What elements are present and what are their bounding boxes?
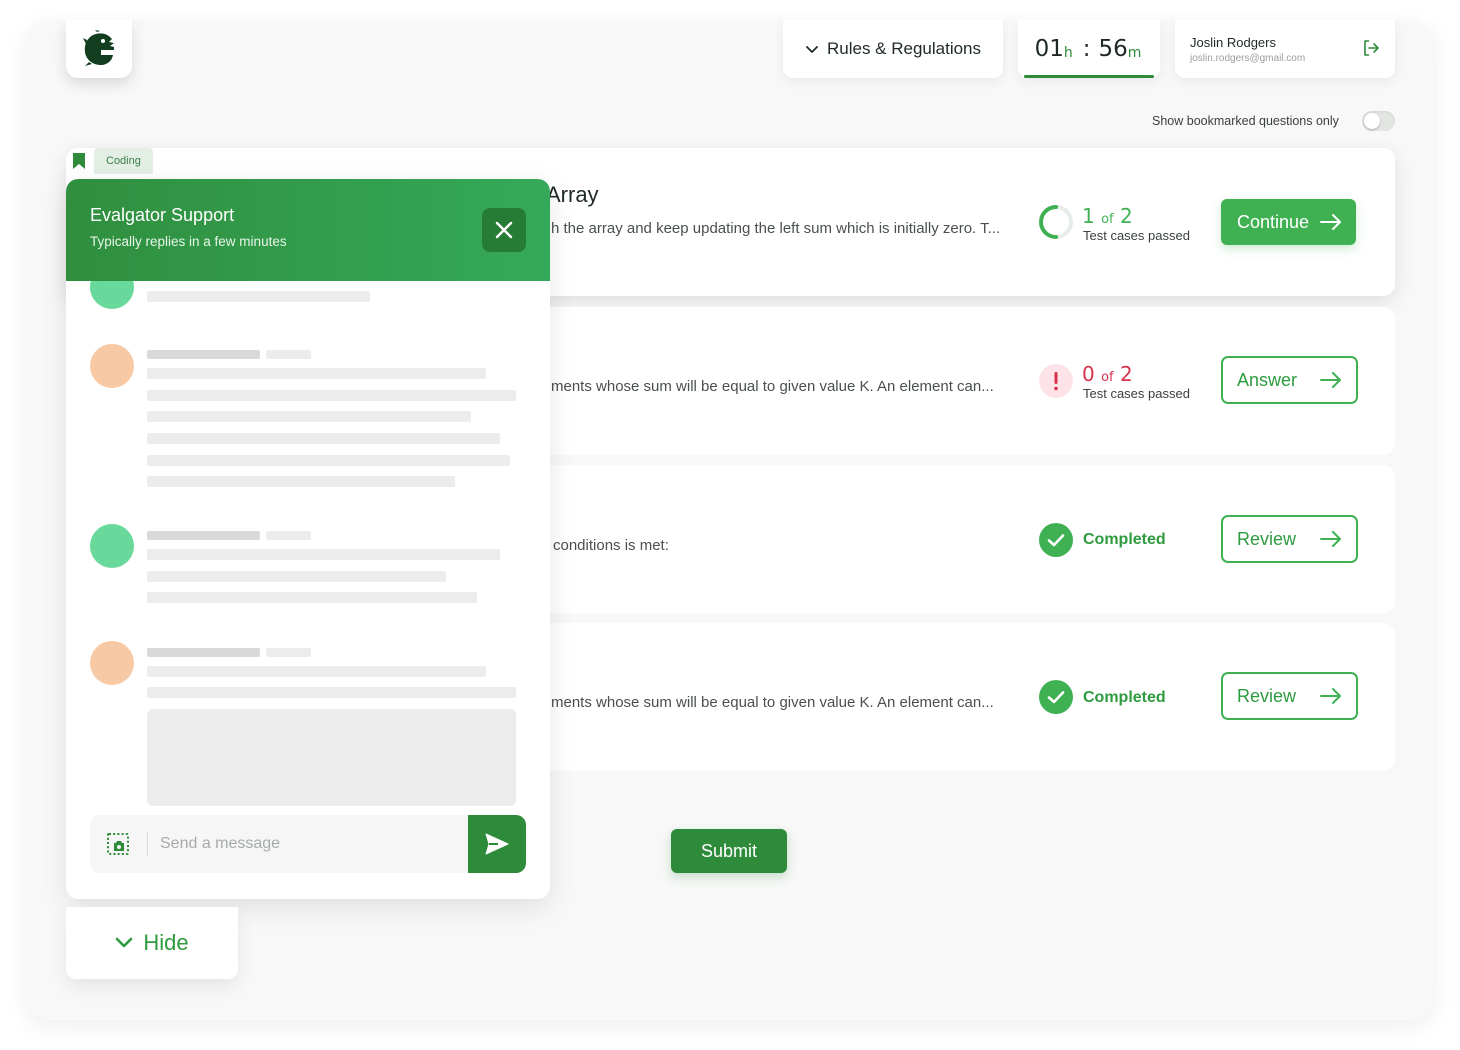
of-label: of xyxy=(1101,212,1114,227)
check-circle-icon xyxy=(1039,680,1073,714)
question-title: Array xyxy=(546,182,599,207)
answer-label: Answer xyxy=(1237,369,1298,390)
question-description: ments whose sum will be equal to given v… xyxy=(551,378,994,395)
total-count: 2 xyxy=(1119,204,1133,228)
message-skeleton xyxy=(147,455,510,466)
timer-minutes-unit: m xyxy=(1127,45,1142,61)
test-cases-label: Test cases passed xyxy=(1083,386,1190,401)
support-chat-panel: Evalgator Support Typically replies in a… xyxy=(66,179,550,899)
time-skeleton xyxy=(266,350,311,359)
user-email: joslin.rodgers@gmail.com xyxy=(1190,53,1306,64)
check-circle-icon xyxy=(1039,523,1073,557)
review-button[interactable]: Review xyxy=(1221,515,1358,563)
message-skeleton xyxy=(147,368,486,379)
bookmark-filter-label: Show bookmarked questions only xyxy=(1152,114,1339,128)
completed-status: Completed xyxy=(1083,689,1166,706)
user-avatar xyxy=(90,344,134,388)
rules-regulations-button[interactable]: Rules & Regulations xyxy=(783,20,1003,78)
message-input[interactable] xyxy=(160,833,450,855)
message-skeleton xyxy=(147,666,486,677)
agent-avatar xyxy=(90,524,134,568)
send-icon xyxy=(485,833,509,855)
passed-count: 1 xyxy=(1082,204,1095,228)
evalgator-logo-icon[interactable] xyxy=(66,20,132,78)
question-description: ments whose sum will be equal to given v… xyxy=(551,694,994,711)
message-skeleton xyxy=(147,571,446,582)
chevron-down-icon xyxy=(116,937,133,948)
of-label: of xyxy=(1101,370,1114,385)
attach-image-icon[interactable] xyxy=(106,832,130,856)
chat-title: Evalgator Support xyxy=(90,205,235,225)
question-tags: Coding xyxy=(66,148,153,174)
coding-tag: Coding xyxy=(94,148,153,174)
toggle-knob xyxy=(1364,113,1380,129)
answer-button[interactable]: Answer xyxy=(1221,356,1358,404)
timer-progress-bar xyxy=(1024,75,1154,78)
user-name: Joslin Rodgers xyxy=(1190,35,1276,50)
chat-close-button[interactable] xyxy=(482,208,526,252)
chat-composer xyxy=(90,815,526,873)
sender-skeleton xyxy=(147,531,260,540)
timer-separator: : xyxy=(1082,36,1091,62)
time-skeleton xyxy=(266,648,311,657)
review-label: Review xyxy=(1237,685,1297,706)
user-profile: Joslin Rodgers joslin.rodgers@gmail.com xyxy=(1175,20,1395,78)
bookmark-filter-toggle[interactable] xyxy=(1362,111,1395,131)
review-button[interactable]: Review xyxy=(1221,672,1358,720)
timer-hours-unit: h xyxy=(1063,45,1073,61)
image-skeleton xyxy=(147,709,516,806)
hide-label: Hide xyxy=(143,930,189,955)
chat-subtitle: Typically replies in a few minutes xyxy=(90,234,287,249)
message-skeleton xyxy=(147,592,477,603)
composer-divider xyxy=(147,832,148,856)
message-skeleton xyxy=(147,390,516,401)
bookmark-icon[interactable] xyxy=(72,152,86,170)
hide-chat-button[interactable]: Hide xyxy=(66,907,238,979)
alert-icon xyxy=(1039,364,1073,398)
message-skeleton xyxy=(147,411,471,422)
completed-status: Completed xyxy=(1083,531,1166,548)
time-skeleton xyxy=(266,531,311,540)
user-avatar xyxy=(90,641,134,685)
timer-hours: 01 xyxy=(1034,36,1064,62)
question-description: h the array and keep updating the left s… xyxy=(551,220,1001,237)
sender-skeleton xyxy=(147,648,260,657)
progress-ring-icon xyxy=(1039,205,1073,239)
logout-icon[interactable] xyxy=(1361,38,1381,58)
arrow-right-icon xyxy=(1320,531,1341,547)
question-description: conditions is met: xyxy=(553,537,669,554)
countdown-timer: 01 h : 56 m xyxy=(1018,20,1160,78)
timer-minutes: 56 xyxy=(1098,36,1128,62)
message-skeleton xyxy=(147,687,516,698)
message-skeleton xyxy=(147,476,455,487)
total-count: 2 xyxy=(1119,362,1133,386)
test-cases-fraction: 0 of 2 xyxy=(1082,362,1133,386)
close-icon xyxy=(495,221,513,239)
app-window: Rules & Regulations 01 h : 56 m Joslin R… xyxy=(26,20,1434,1020)
continue-button[interactable]: Continue xyxy=(1221,199,1356,245)
send-button[interactable] xyxy=(468,815,526,873)
arrow-right-icon xyxy=(1320,214,1341,230)
arrow-right-icon xyxy=(1320,688,1341,704)
rules-label: Rules & Regulations xyxy=(826,39,982,58)
review-label: Review xyxy=(1237,528,1297,549)
chat-header: Evalgator Support Typically replies in a… xyxy=(66,179,550,281)
submit-button[interactable]: Submit xyxy=(671,829,787,873)
chevron-down-icon xyxy=(806,46,818,53)
test-cases-fraction: 1 of 2 xyxy=(1082,204,1133,228)
arrow-right-icon xyxy=(1320,372,1341,388)
message-skeleton xyxy=(147,549,500,560)
continue-label: Continue xyxy=(1237,211,1310,232)
test-cases-label: Test cases passed xyxy=(1083,228,1190,243)
passed-count: 0 xyxy=(1082,362,1095,386)
sender-skeleton xyxy=(147,350,260,359)
message-skeleton xyxy=(147,433,500,444)
message-skeleton xyxy=(147,291,370,302)
